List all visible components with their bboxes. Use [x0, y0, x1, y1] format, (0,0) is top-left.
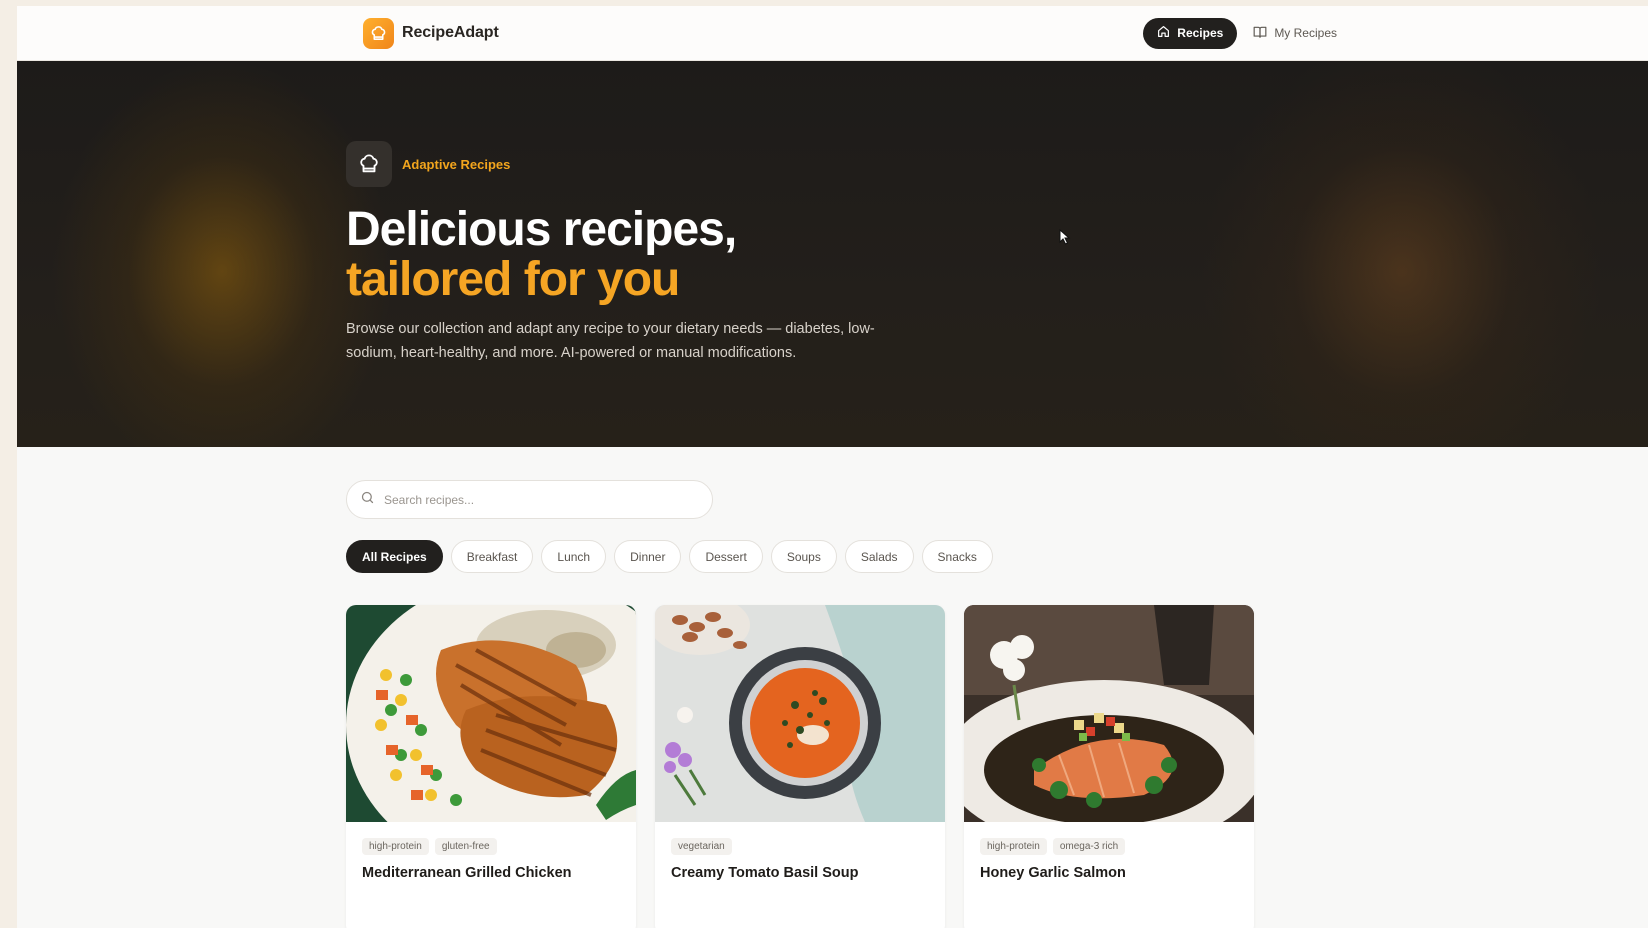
recipe-image-tomato-soup	[655, 605, 945, 822]
app-window: RecipeAdapt Recipes My Recipes Adaptive …	[17, 6, 1648, 928]
main-nav: Recipes My Recipes	[1143, 17, 1343, 49]
recipe-title: Honey Garlic Salmon	[980, 865, 1126, 881]
category-filters: All Recipes Breakfast Lunch Dinner Desse…	[346, 540, 993, 573]
recipe-card-body: vegetarian Creamy Tomato Basil Soup	[655, 822, 945, 881]
recipe-card[interactable]: vegetarian Creamy Tomato Basil Soup	[655, 605, 945, 928]
nav-my-recipes-label: My Recipes	[1274, 26, 1337, 40]
recipe-tag: vegetarian	[671, 838, 732, 855]
recipe-title: Mediterranean Grilled Chicken	[362, 865, 572, 881]
filter-lunch[interactable]: Lunch	[541, 540, 607, 573]
recipe-tag: omega-3 rich	[1052, 838, 1126, 855]
search-icon	[360, 490, 375, 510]
search-input[interactable]	[384, 492, 684, 507]
recipe-card-body: high-protein gluten-free Mediterranean G…	[346, 822, 636, 881]
hero-description: Browse our collection and adapt any reci…	[346, 321, 875, 361]
filter-soups[interactable]: Soups	[770, 540, 837, 573]
filter-salads[interactable]: Salads	[844, 540, 914, 573]
recipe-image-honey-garlic-salmon	[964, 605, 1254, 822]
recipe-tags: vegetarian	[671, 838, 929, 855]
filter-all-recipes[interactable]: All Recipes	[346, 540, 443, 573]
filter-dinner[interactable]: Dinner	[614, 540, 682, 573]
chef-hat-logo-icon	[363, 17, 394, 49]
filter-breakfast[interactable]: Breakfast	[450, 540, 534, 573]
brand-name: RecipeAdapt	[402, 24, 499, 41]
recipe-tag: high-protein	[362, 838, 429, 855]
filter-snacks[interactable]: Snacks	[921, 540, 993, 573]
top-navbar: RecipeAdapt Recipes My Recipes	[17, 6, 1648, 61]
recipe-card-body: high-protein omega-3 rich Honey Garlic S…	[964, 822, 1254, 881]
book-icon	[1253, 25, 1267, 42]
recipe-tags: high-protein omega-3 rich	[980, 838, 1238, 855]
recipe-title: Creamy Tomato Basil Soup	[671, 865, 859, 881]
hero-title-line2: tailored for you	[346, 253, 680, 306]
hero-banner: Adaptive Recipes Delicious recipes, tail…	[17, 61, 1648, 447]
recipe-tag: high-protein	[980, 838, 1047, 855]
mouse-cursor-icon	[1059, 228, 1071, 250]
recipe-card[interactable]: high-protein omega-3 rich Honey Garlic S…	[964, 605, 1254, 928]
hero-title-line1: Delicious recipes,	[346, 203, 737, 256]
nav-recipes-label: Recipes	[1177, 26, 1224, 40]
recipe-tag: gluten-free	[434, 838, 497, 855]
hero-badge: Adaptive Recipes	[346, 141, 510, 187]
nav-my-recipes-button[interactable]: My Recipes	[1247, 18, 1343, 49]
search-box[interactable]	[346, 480, 713, 519]
recipe-card[interactable]: high-protein gluten-free Mediterranean G…	[346, 605, 636, 928]
hero-badge-text: Adaptive Recipes	[402, 156, 511, 172]
recipe-image-grilled-chicken	[346, 605, 636, 822]
chef-hat-icon	[346, 141, 392, 187]
nav-recipes-button[interactable]: Recipes	[1143, 17, 1238, 49]
recipe-grid: high-protein gluten-free Mediterranean G…	[346, 605, 1254, 928]
home-icon	[1157, 25, 1170, 41]
filter-dessert[interactable]: Dessert	[689, 540, 763, 573]
recipe-tags: high-protein gluten-free	[362, 838, 620, 855]
hero-title: Delicious recipes, tailored for you	[346, 203, 737, 306]
brand[interactable]: RecipeAdapt	[363, 17, 499, 49]
